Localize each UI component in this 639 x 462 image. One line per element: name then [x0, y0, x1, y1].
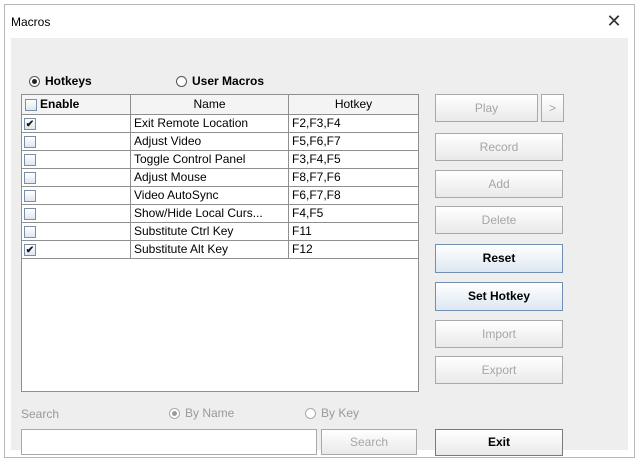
- enable-checkbox[interactable]: [24, 225, 36, 238]
- delete-button[interactable]: Delete: [435, 206, 563, 234]
- macro-name-cell: Exit Remote Location: [131, 115, 289, 132]
- macro-name-cell: Adjust Mouse: [131, 169, 289, 186]
- enable-cell: [22, 133, 131, 150]
- hotkey-table[interactable]: Enable Name Hotkey ✔ Exit Remote Locatio…: [21, 94, 419, 392]
- hotkey-cell: F3,F4,F5: [292, 152, 341, 166]
- macro-name-cell: Toggle Control Panel: [131, 151, 289, 168]
- table-row[interactable]: Video AutoSync F6,F7,F8: [22, 187, 418, 205]
- hotkey-cell: F12: [292, 242, 313, 256]
- add-button[interactable]: Add: [435, 170, 563, 198]
- table-row[interactable]: Adjust Mouse F8,F7,F6: [22, 169, 418, 187]
- table-row[interactable]: Show/Hide Local Curs... F4,F5: [22, 205, 418, 223]
- enable-cell: [22, 205, 131, 222]
- search-button[interactable]: Search: [321, 429, 417, 455]
- macro-name-cell: Substitute Ctrl Key: [131, 223, 289, 240]
- set-hotkey-button[interactable]: Set Hotkey: [435, 282, 563, 311]
- hotkeys-radio-label: Hotkeys: [45, 74, 92, 88]
- hotkey-cell: F5,F6,F7: [292, 134, 341, 148]
- table-row[interactable]: ✔ Substitute Alt Key F12: [22, 241, 418, 259]
- enable-cell: [22, 169, 131, 186]
- macro-name-cell: Video AutoSync: [131, 187, 289, 204]
- table-row[interactable]: Substitute Ctrl Key F11: [22, 223, 418, 241]
- enable-cell: ✔: [22, 115, 131, 132]
- enable-checkbox[interactable]: [24, 153, 36, 166]
- enable-cell: [22, 223, 131, 240]
- dialog-body: Hotkeys User Macros Enable Name Hotkey ✔…: [11, 38, 628, 456]
- enable-checkbox[interactable]: [24, 207, 36, 220]
- table-header: Enable Name Hotkey: [22, 95, 418, 115]
- record-button[interactable]: Record: [435, 133, 563, 161]
- export-button[interactable]: Export: [435, 356, 563, 384]
- radio-unselected-icon: [305, 407, 316, 419]
- enable-checkbox[interactable]: ✔: [24, 243, 36, 256]
- by-key-radio[interactable]: By Key: [305, 406, 359, 420]
- table-row[interactable]: ✔ Exit Remote Location F2,F3,F4: [22, 115, 418, 133]
- hotkey-cell: F2,F3,F4: [292, 116, 341, 130]
- enable-checkbox[interactable]: ✔: [24, 117, 36, 130]
- user-macros-radio-label: User Macros: [192, 74, 265, 88]
- by-name-radio[interactable]: By Name: [169, 406, 234, 420]
- by-key-radio-label: By Key: [321, 406, 360, 420]
- enable-cell: [22, 187, 131, 204]
- enable-checkbox[interactable]: [24, 171, 36, 184]
- macro-name-cell: Show/Hide Local Curs...: [131, 205, 289, 222]
- enable-all-checkbox-icon[interactable]: [25, 98, 37, 111]
- radio-selected-icon: [29, 75, 40, 87]
- enable-checkbox[interactable]: [24, 189, 36, 202]
- macro-name-cell: Adjust Video: [131, 133, 289, 150]
- column-header-name[interactable]: Name: [131, 95, 289, 114]
- hotkey-cell: F11: [292, 224, 312, 238]
- play-button[interactable]: Play: [435, 94, 538, 122]
- close-icon[interactable]: ✕: [602, 9, 626, 33]
- enable-checkbox[interactable]: [24, 135, 36, 148]
- hotkey-cell: F6,F7,F8: [292, 188, 341, 202]
- reset-button[interactable]: Reset: [435, 244, 563, 273]
- by-name-radio-label: By Name: [185, 406, 235, 420]
- play-options-button[interactable]: >: [541, 94, 564, 122]
- exit-button[interactable]: Exit: [435, 429, 563, 456]
- import-button[interactable]: Import: [435, 320, 563, 348]
- enable-cell: ✔: [22, 241, 131, 258]
- radio-selected-icon: [169, 407, 180, 419]
- hotkey-cell: F4,F5: [292, 206, 324, 220]
- hotkeys-radio[interactable]: Hotkeys: [29, 74, 92, 88]
- macros-dialog: Macros ✕ Hotkeys User Macros Enable Name…: [4, 4, 635, 458]
- hotkey-cell: F8,F7,F6: [292, 170, 341, 184]
- search-label: Search: [21, 407, 60, 421]
- window-title: Macros: [11, 15, 51, 29]
- user-macros-radio[interactable]: User Macros: [176, 74, 264, 88]
- table-row[interactable]: Toggle Control Panel F3,F4,F5: [22, 151, 418, 169]
- search-input[interactable]: [21, 429, 317, 455]
- title-bar: Macros ✕: [5, 5, 634, 37]
- column-header-hotkey[interactable]: Hotkey: [289, 95, 418, 114]
- macro-name-cell: Substitute Alt Key: [131, 241, 289, 258]
- radio-unselected-icon: [176, 75, 187, 87]
- table-row[interactable]: Adjust Video F5,F6,F7: [22, 133, 418, 151]
- column-header-enable[interactable]: Enable: [22, 95, 131, 114]
- enable-cell: [22, 151, 131, 168]
